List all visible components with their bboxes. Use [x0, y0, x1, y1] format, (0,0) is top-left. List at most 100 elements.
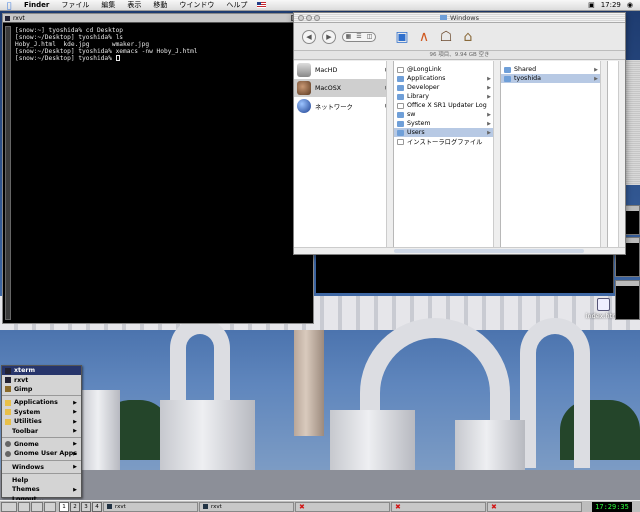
source-item-network[interactable]: ネットワーク ▶: [294, 97, 393, 115]
icon-view-icon[interactable]: ▦: [346, 33, 352, 40]
menu-item-utilities[interactable]: Utilities ▶: [2, 417, 81, 426]
menu-item-gnome[interactable]: Gnome ▶: [2, 440, 81, 449]
background-terminal-window[interactable]: [316, 255, 614, 293]
chevron-right-icon: ▶: [73, 418, 77, 425]
spotlight-icon[interactable]: ◉: [624, 1, 636, 9]
finder-window[interactable]: Windows ◀ ▶ ▦ ☰ ◫ ▣ ∧ ☖ ⌂ 96 項目、9.94 GB 空き…: [293, 12, 626, 255]
terminal-icon: [203, 504, 208, 509]
terminal-output[interactable]: [snow:~] tyoshida% cd Desktop [snow:~/Des…: [15, 27, 311, 321]
back-button[interactable]: ◀: [302, 29, 316, 44]
gnome-foot-menu-button[interactable]: [1, 501, 17, 512]
taskbar-button[interactable]: rxvt: [199, 501, 294, 512]
list-item[interactable]: Developer ▶: [394, 83, 500, 92]
taskbar-button[interactable]: ✖: [295, 501, 390, 512]
folder-icon: [5, 409, 11, 416]
menu-item-themes[interactable]: Themes ▶: [2, 485, 81, 494]
html-file-icon[interactable]: [596, 298, 610, 311]
computer-icon[interactable]: ▣: [394, 29, 410, 45]
menu-help[interactable]: ヘルプ: [220, 0, 253, 10]
list-item[interactable]: Library ▶: [394, 92, 500, 101]
taskbar-button[interactable]: rxvt: [103, 501, 198, 512]
menu-item-gnome-user-apps[interactable]: Gnome User Apps ▶: [2, 449, 81, 458]
menu-item-rxvt[interactable]: rxvt: [2, 375, 81, 384]
menu-item-gimp[interactable]: Gimp: [2, 385, 81, 394]
workspace-pager: 1234: [59, 501, 102, 512]
menu-window[interactable]: ウインドウ: [173, 0, 220, 10]
menubar-clock[interactable]: 17:29: [598, 1, 624, 9]
workspace-3[interactable]: 3: [81, 501, 91, 512]
home-icon[interactable]: ☖: [438, 29, 454, 45]
terminal-window[interactable]: rxvt [snow:~] tyoshida% cd Desktop [snow:…: [2, 13, 314, 324]
workspace-1[interactable]: 1: [59, 501, 69, 512]
terminal-titlebar[interactable]: rxvt: [3, 14, 313, 23]
favorites-icon[interactable]: ⌂: [460, 29, 476, 45]
launcher-button[interactable]: [18, 501, 30, 512]
finder-titlebar[interactable]: Windows: [294, 13, 625, 23]
gnome-icon: [5, 450, 11, 457]
list-item[interactable]: インストーラログファイル: [394, 137, 500, 146]
column-scrollbar[interactable]: [600, 61, 607, 247]
list-view-icon[interactable]: ☰: [356, 33, 361, 40]
network-globe-icon: [297, 99, 311, 113]
closed-window-icon: ✖: [491, 502, 497, 511]
terminal-window-icon[interactable]: [5, 15, 10, 21]
input-menu-flag-icon[interactable]: [257, 2, 267, 8]
terminal-prompt: [snow:~/Desktop] tyoshida%: [15, 55, 116, 62]
chevron-right-icon: ▶: [73, 486, 77, 493]
source-item-machd[interactable]: MacHD ▶: [294, 61, 393, 79]
column-scrollbar[interactable]: [386, 61, 393, 247]
folder-icon: [397, 84, 404, 91]
column-view-icon[interactable]: ◫: [367, 33, 373, 40]
workspace-2[interactable]: 2: [70, 501, 80, 512]
taskbar-button[interactable]: ✖: [391, 501, 486, 512]
list-item-label: @LongLink: [407, 66, 442, 73]
launcher-button[interactable]: [44, 501, 56, 512]
chevron-right-icon: ▶: [73, 428, 77, 435]
terminal-scrollbar[interactable]: [5, 26, 11, 320]
launcher-button[interactable]: [31, 501, 43, 512]
source-item-macosx[interactable]: MacOSX ▶: [294, 79, 393, 97]
folder-icon: [397, 75, 404, 82]
chevron-right-icon: ▶: [487, 84, 491, 91]
list-item[interactable]: Shared ▶: [501, 65, 607, 74]
menu-item-xterm[interactable]: xterm: [2, 366, 81, 376]
menu-go[interactable]: 移動: [147, 0, 173, 10]
menu-item-help[interactable]: Help: [2, 476, 81, 485]
folder-icon: [439, 14, 447, 20]
list-item[interactable]: Users ▶: [394, 128, 500, 137]
list-item[interactable]: tyoshida ▶: [501, 74, 607, 83]
menu-app-finder[interactable]: Finder: [18, 1, 55, 9]
menu-edit[interactable]: 編集: [95, 0, 121, 10]
list-item[interactable]: System ▶: [394, 119, 500, 128]
applications-icon[interactable]: ∧: [416, 29, 432, 45]
view-mode-selector[interactable]: ▦ ☰ ◫: [342, 31, 376, 42]
column-scrollbar[interactable]: [618, 61, 625, 247]
empty-column: [608, 61, 625, 247]
list-item[interactable]: Applications ▶: [394, 74, 500, 83]
folder-icon: [5, 418, 11, 425]
menu-item-applications[interactable]: Applications ▶: [2, 398, 81, 407]
system-monitor-widget[interactable]: [615, 280, 640, 320]
document-icon: [397, 66, 404, 73]
workspace-4[interactable]: 4: [92, 501, 102, 512]
tasklist: rxvt rxvt ✖ ✖ ✖: [102, 501, 582, 512]
panel-clock[interactable]: 17:29:35: [592, 501, 632, 512]
display-menu-icon[interactable]: ▣: [585, 1, 598, 9]
list-item[interactable]: Office X SR1 Updater Log: [394, 101, 500, 110]
menu-item-toolbar[interactable]: Toolbar ▶: [2, 426, 81, 435]
menu-item-windows[interactable]: Windows ▶: [2, 463, 81, 472]
list-item[interactable]: sw ▶: [394, 110, 500, 119]
scroll-thumb[interactable]: [394, 249, 584, 253]
forward-button[interactable]: ▶: [322, 29, 336, 44]
apple-menu-icon[interactable]: : [0, 1, 18, 10]
horizontal-scrollbar[interactable]: [294, 247, 625, 254]
list-item[interactable]: @LongLink: [394, 65, 500, 74]
menu-file[interactable]: ファイル: [55, 0, 95, 10]
taskbar-button[interactable]: ✖: [487, 501, 582, 512]
document-icon: [397, 138, 404, 145]
column-scrollbar[interactable]: [493, 61, 500, 247]
column-browser: MacHD ▶ MacOSX ▶ ネットワーク ▶ @LongLinkAppli…: [294, 61, 625, 247]
menu-item-system[interactable]: System ▶: [2, 408, 81, 417]
menu-view[interactable]: 表示: [121, 0, 147, 10]
hard-disk-icon: [297, 63, 311, 77]
